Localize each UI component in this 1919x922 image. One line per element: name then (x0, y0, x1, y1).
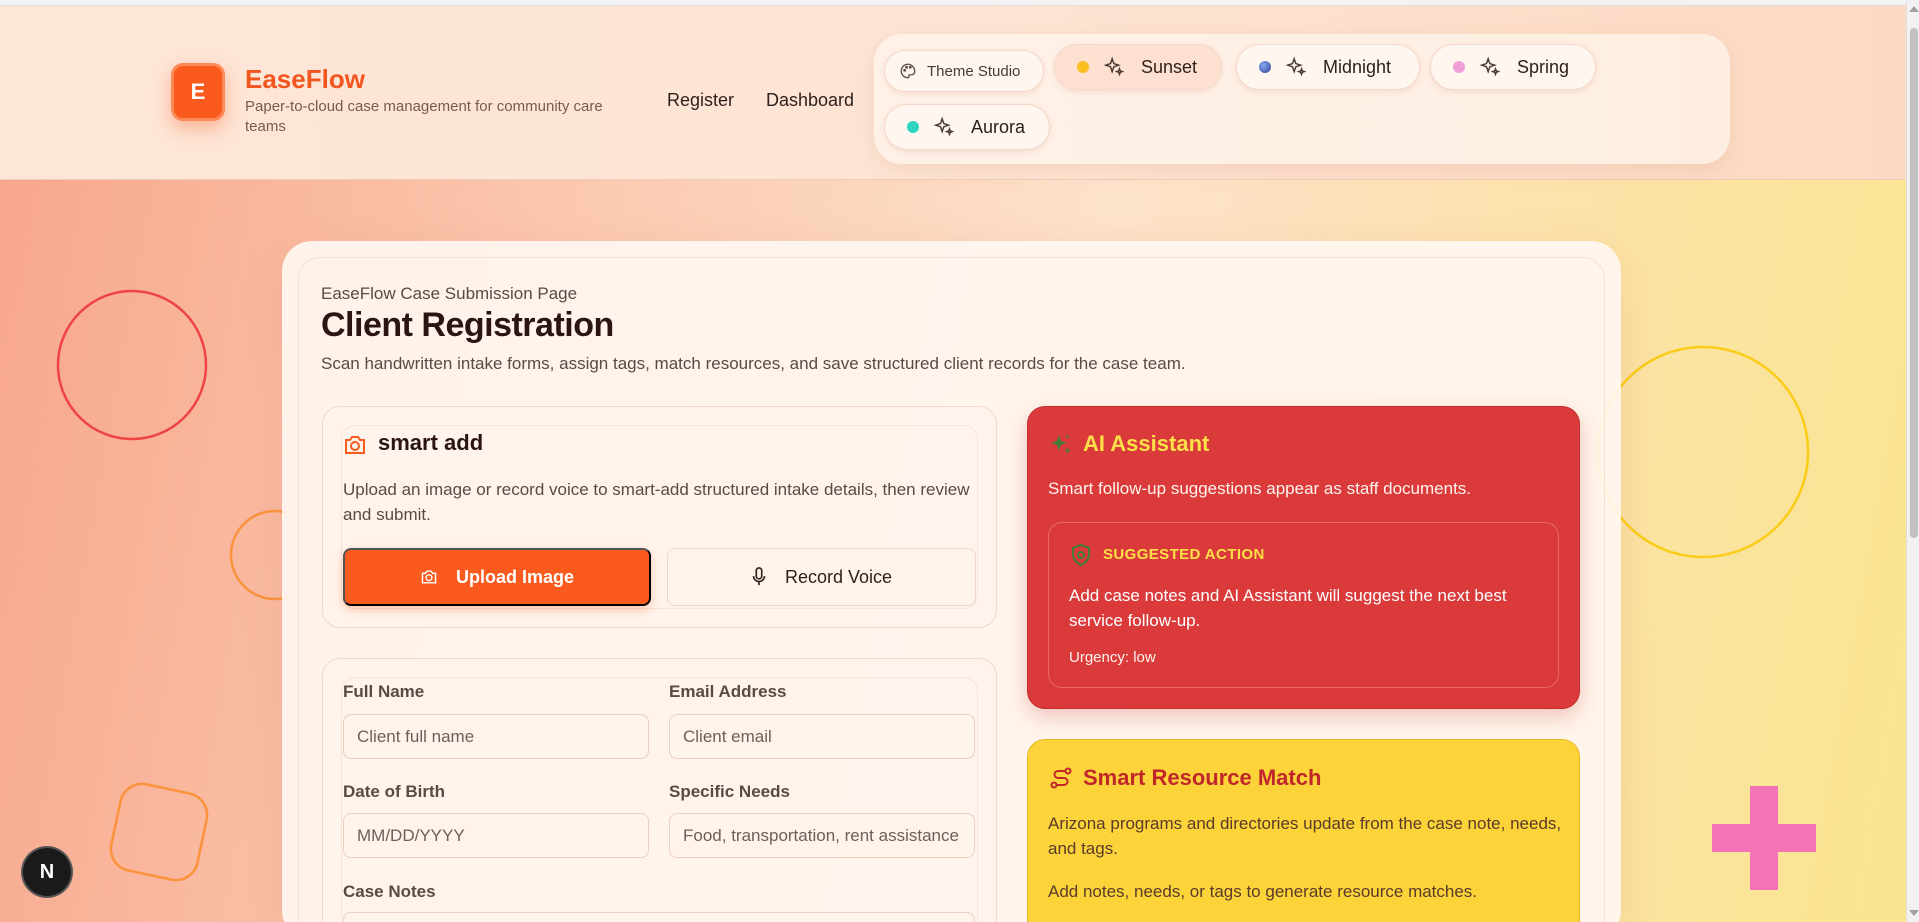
upload-image-label: Upload Image (455, 566, 575, 587)
ai-assistant-description: Smart follow-up suggestions appear as st… (1048, 479, 1472, 498)
full-name-input[interactable] (343, 714, 649, 759)
palette-icon (900, 63, 916, 79)
microphone-icon (752, 567, 766, 586)
upload-image-button[interactable]: Upload Image (343, 548, 651, 606)
page-title: Client Registration (321, 306, 614, 344)
page-subtitle: Scan handwritten intake forms, assign ta… (321, 354, 1186, 373)
urgency-status: Urgency: low (1069, 649, 1156, 666)
resource-match-description: Arizona programs and directories update … (1048, 814, 1562, 858)
theme-option-label: Aurora (971, 116, 1026, 137)
sparkles-icon (1479, 56, 1501, 77)
specific-needs-label: Specific Needs (669, 782, 790, 801)
shield-icon (1072, 543, 1090, 567)
dob-label: Date of Birth (343, 782, 445, 801)
resource-match-empty-state: Add notes, needs, or tags to generate re… (1048, 882, 1478, 901)
specific-needs-input[interactable] (669, 813, 975, 858)
ai-assistant-title: AI Assistant (1083, 431, 1210, 456)
camera-icon (345, 436, 365, 454)
app-header: E EaseFlow Paper-to-cloud case managemen… (0, 6, 1906, 180)
resource-match-title: Smart Resource Match (1083, 765, 1322, 790)
dob-input[interactable] (343, 813, 649, 858)
spring-swatch (1453, 61, 1465, 73)
theme-option-label: Spring (1517, 56, 1570, 77)
sunset-swatch (1077, 61, 1089, 73)
suggested-action-text: Add case notes and AI Assistant will sug… (1069, 586, 1507, 630)
brand-tagline: Paper-to-cloud case management for commu… (245, 98, 603, 135)
midnight-swatch (1259, 61, 1271, 73)
theme-option-label: Sunset (1141, 56, 1198, 77)
nav-register[interactable]: Register (667, 90, 734, 111)
decor-circle-yellow (1596, 345, 1810, 559)
route-icon (1050, 767, 1072, 789)
theme-studio-button[interactable]: Theme Studio (884, 50, 1044, 92)
decor-circle-red (56, 289, 208, 441)
case-notes-label: Case Notes (343, 882, 436, 901)
page-eyebrow: EaseFlow Case Submission Page (321, 284, 578, 303)
theme-option-sunset[interactable]: Sunset (1054, 44, 1222, 90)
case-notes-textarea[interactable] (343, 912, 975, 922)
smart-add-description: Upload an image or record voice to smart… (343, 480, 970, 524)
sparkles-icon (1285, 56, 1307, 77)
record-voice-button[interactable]: Record Voice (667, 548, 976, 606)
sparkles-icon (1103, 56, 1125, 77)
scroll-up-icon[interactable] (1909, 6, 1919, 12)
theme-option-spring[interactable]: Spring (1430, 44, 1596, 90)
page-scrollbar[interactable] (1906, 0, 1919, 922)
decor-rounded-square (109, 782, 209, 882)
theme-option-label: Midnight (1323, 56, 1392, 77)
nav-dashboard[interactable]: Dashboard (766, 90, 854, 111)
theme-studio-label: Theme Studio (927, 62, 1021, 80)
camera-icon (421, 570, 437, 584)
email-input[interactable] (669, 714, 975, 759)
brand-name[interactable]: EaseFlow (245, 64, 365, 95)
email-label: Email Address (669, 682, 787, 701)
record-voice-label: Record Voice (784, 566, 893, 587)
theme-switcher: Theme Studio Sunset Midnight Spring Auro… (874, 34, 1730, 164)
logo[interactable]: E (171, 63, 225, 121)
suggested-action-label: SUGGESTED ACTION (1103, 546, 1265, 563)
full-name-label: Full Name (343, 682, 425, 701)
sparkles-icon (1051, 434, 1071, 454)
theme-option-midnight[interactable]: Midnight (1236, 44, 1420, 90)
theme-option-aurora[interactable]: Aurora (884, 104, 1050, 150)
sparkles-icon (933, 116, 955, 137)
decor-plus-pink (1712, 786, 1816, 890)
smart-add-title: smart add (378, 430, 484, 455)
aurora-swatch (907, 121, 919, 133)
scroll-down-icon[interactable] (1909, 910, 1919, 916)
scrollbar-thumb[interactable] (1910, 28, 1918, 538)
dev-tools-badge[interactable]: N (23, 848, 71, 896)
